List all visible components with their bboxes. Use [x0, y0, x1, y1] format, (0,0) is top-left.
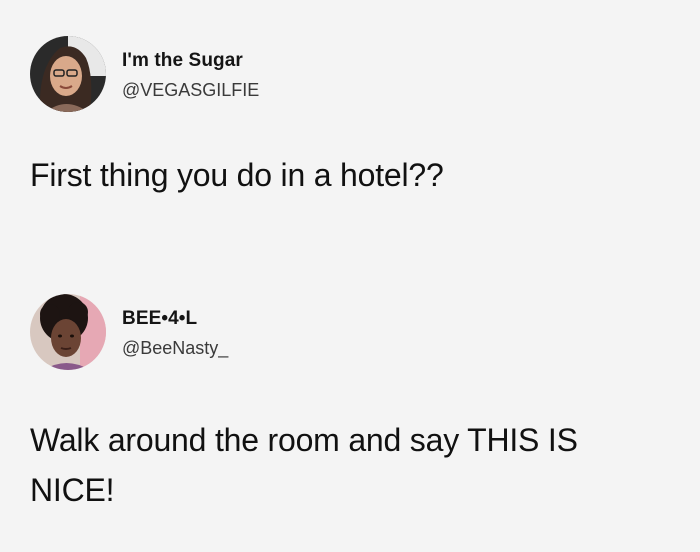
tweet-header: BEE•4•L @BeeNasty_	[30, 294, 670, 370]
display-name[interactable]: BEE•4•L	[122, 308, 197, 330]
user-handle[interactable]: @VEGASGILFIE	[122, 80, 259, 101]
display-name[interactable]: I'm the Sugar	[122, 50, 243, 72]
profile-photo-icon	[30, 36, 106, 112]
tweet-text: First thing you do in a hotel??	[30, 157, 444, 193]
tweet-text: Walk around the room and say THIS IS NIC…	[30, 422, 578, 508]
profile-photo-icon	[30, 294, 106, 370]
avatar[interactable]	[30, 36, 106, 112]
tweet-header: I'm the Sugar @VEGASGILFIE	[30, 36, 670, 112]
avatar[interactable]	[30, 294, 106, 370]
user-handle[interactable]: @BeeNasty_	[122, 338, 228, 359]
